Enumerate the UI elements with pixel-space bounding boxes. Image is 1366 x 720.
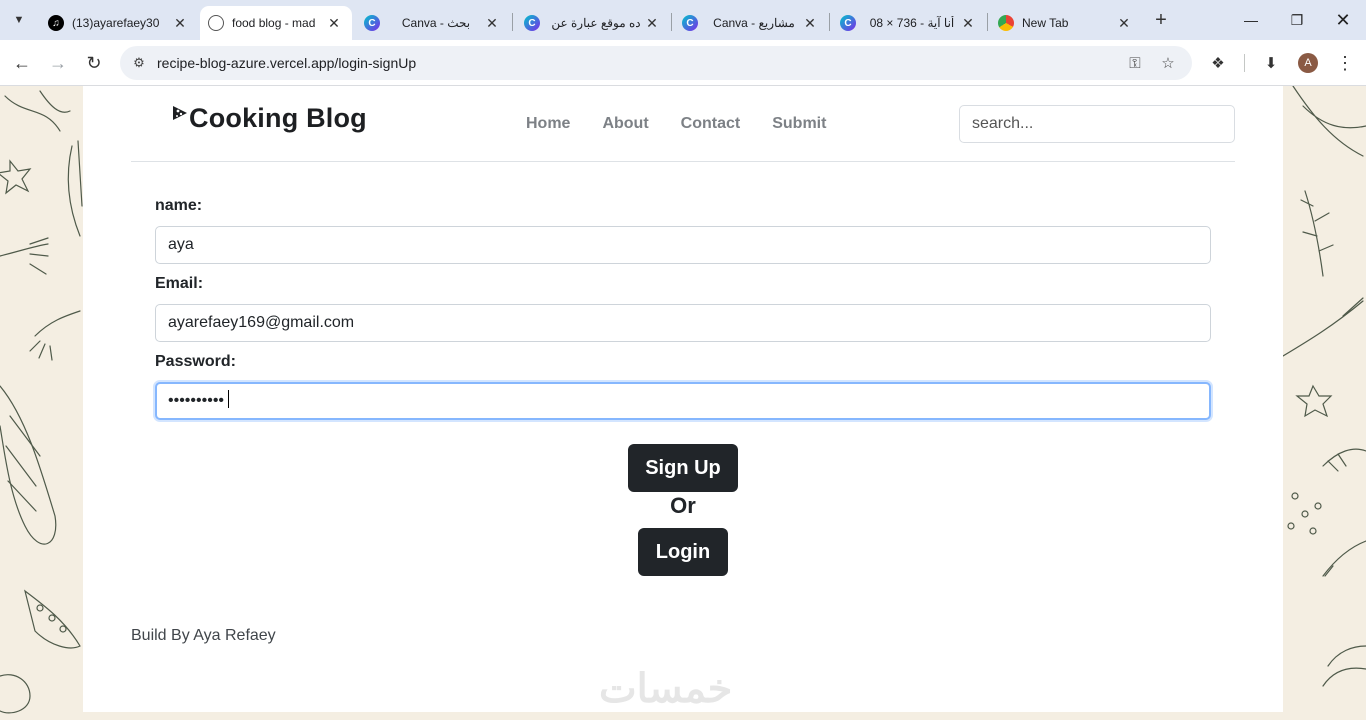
sign-up-button[interactable]: Sign Up <box>628 444 738 492</box>
canva-icon: C <box>682 15 698 31</box>
chrome-icon <box>998 15 1014 31</box>
nav-link-submit[interactable]: Submit <box>772 115 826 133</box>
footer-credit: Build By Aya Refaey <box>131 627 276 644</box>
new-tab-plus-icon[interactable]: + <box>1150 9 1172 31</box>
close-tab-icon[interactable]: ✕ <box>172 15 188 32</box>
globe-icon <box>208 15 224 31</box>
tiktok-icon: ♫ <box>48 15 64 31</box>
tab-separator <box>829 13 830 31</box>
browser-tab[interactable]: C Canva - مشاريع ✕ <box>674 6 828 40</box>
password-field[interactable] <box>155 382 1211 420</box>
address-bar[interactable]: ⚙ recipe-blog-azure.vercel.app/login-sig… <box>120 46 1192 80</box>
pizza-slice-icon <box>173 106 187 120</box>
password-key-icon[interactable]: ⚿ <box>1124 53 1146 73</box>
profile-avatar[interactable]: A <box>1298 53 1318 73</box>
site-title: Cooking Blog <box>189 103 367 133</box>
minimize-icon[interactable]: — <box>1228 0 1274 40</box>
tab-separator <box>512 13 513 31</box>
back-arrow-icon[interactable]: ← <box>10 51 34 75</box>
toolbar-divider <box>1244 54 1245 72</box>
download-icon[interactable]: ⬇ <box>1260 52 1282 74</box>
tab-title: food blog - mad <box>232 16 316 30</box>
tab-title: أنا آية - 736 × 08 <box>869 16 955 30</box>
close-tab-icon[interactable]: ✕ <box>484 15 500 32</box>
browser-tab[interactable]: ♫ (13)ayarefaey30 ✕ <box>40 6 198 40</box>
extensions-puzzle-icon[interactable]: ❖ <box>1207 52 1229 74</box>
more-menu-icon[interactable]: ⋮ <box>1334 52 1356 74</box>
canva-icon: C <box>364 15 380 31</box>
close-tab-icon[interactable]: ✕ <box>802 15 818 32</box>
main-nav: Home About Contact Submit <box>526 115 858 133</box>
profile-initial: A <box>1304 57 1312 69</box>
tab-title: New Tab <box>1022 16 1069 30</box>
url-text[interactable]: recipe-blog-azure.vercel.app/login-signU… <box>157 55 416 71</box>
email-field[interactable] <box>155 304 1211 342</box>
email-label: Email: <box>155 275 204 292</box>
login-button[interactable]: Login <box>638 528 728 576</box>
tab-title: (13)ayarefaey30 <box>72 16 160 30</box>
tab-separator <box>671 13 672 31</box>
close-tab-icon[interactable]: ✕ <box>326 15 342 32</box>
tab-title: Canva - بحث <box>401 16 471 30</box>
tab-separator <box>987 13 988 31</box>
restore-window-icon[interactable]: ❐ <box>1274 0 1320 40</box>
browser-toolbar: ← → ↻ ⚙ recipe-blog-azure.vercel.app/log… <box>0 40 1366 86</box>
food-doodle-background-right <box>1283 86 1366 687</box>
page-container: Cooking Blog Home About Contact Submit n… <box>83 86 1283 712</box>
nav-link-home[interactable]: Home <box>526 115 570 133</box>
browser-tab[interactable]: C ده موقع عبارة عن ✕ <box>516 6 670 40</box>
page-bottom-strip <box>83 712 1283 720</box>
password-label: Password: <box>155 353 236 370</box>
browser-tab-bar: ▼ ♫ (13)ayarefaey30 ✕ food blog - mad ✕ … <box>0 0 1366 40</box>
food-doodle-background-left <box>0 90 83 714</box>
forward-arrow-icon[interactable]: → <box>46 51 70 75</box>
browser-tab[interactable]: C Canva - بحث ✕ <box>356 6 510 40</box>
canva-icon: C <box>524 15 540 31</box>
browser-tab[interactable]: C أنا آية - 736 × 08 ✕ <box>832 6 986 40</box>
nav-link-about[interactable]: About <box>602 115 648 133</box>
search-input[interactable] <box>959 105 1235 143</box>
header-divider <box>131 161 1235 162</box>
name-label: name: <box>155 197 203 214</box>
or-separator-text: Or <box>670 493 696 518</box>
name-field[interactable] <box>155 226 1211 264</box>
browser-tab-active[interactable]: food blog - mad ✕ <box>200 6 352 40</box>
close-tab-icon[interactable]: ✕ <box>644 15 660 32</box>
bookmark-star-icon[interactable]: ☆ <box>1157 53 1179 73</box>
site-logo[interactable]: Cooking Blog <box>171 103 367 134</box>
text-caret <box>228 390 229 408</box>
tab-title: Canva - مشاريع <box>713 16 795 30</box>
reload-icon[interactable]: ↻ <box>82 51 106 75</box>
site-settings-icon[interactable]: ⚙ <box>130 54 148 72</box>
tab-title: ده موقع عبارة عن <box>551 16 641 30</box>
close-tab-icon[interactable]: ✕ <box>1116 15 1132 32</box>
canva-icon: C <box>840 15 856 31</box>
close-tab-icon[interactable]: ✕ <box>960 15 976 32</box>
nav-link-contact[interactable]: Contact <box>681 115 741 133</box>
browser-tab[interactable]: New Tab ✕ <box>990 6 1142 40</box>
khamsat-watermark-logo: خمسات <box>599 667 733 711</box>
tab-search-chevron-icon[interactable]: ▼ <box>6 8 32 32</box>
close-window-icon[interactable]: ✕ <box>1320 0 1366 40</box>
